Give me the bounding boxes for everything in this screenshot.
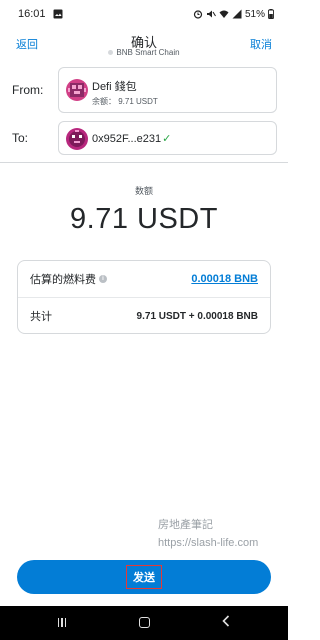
home-icon: [138, 617, 150, 628]
watermark-line1: 房地產筆記: [158, 519, 213, 531]
watermark: 房地產筆記 https://slash-life.com: [158, 516, 258, 552]
verified-check-icon: ✓: [162, 133, 172, 145]
gas-fee-label: 估算的燃料费: [30, 274, 96, 286]
back-chevron-icon: [222, 615, 230, 627]
cancel-button[interactable]: 取消: [250, 36, 272, 52]
system-nav-bar: [0, 606, 288, 640]
watermark-line2: https://slash-life.com: [158, 537, 259, 549]
alarm-icon: [193, 10, 203, 19]
from-account-name: Defi 錢包: [92, 81, 137, 93]
gallery-icon: [53, 9, 63, 19]
recent-apps-icon: [57, 618, 67, 627]
wifi-icon: [219, 10, 229, 18]
network-indicator: BNB Smart Chain: [0, 48, 288, 57]
info-icon[interactable]: i: [99, 275, 107, 283]
send-button[interactable]: 发送: [17, 560, 271, 594]
header: 返回 确认 BNB Smart Chain 取消: [0, 28, 288, 62]
status-time: 16:01: [18, 8, 46, 20]
battery-percent: 51%: [244, 8, 265, 20]
recent-apps-button[interactable]: [47, 614, 77, 632]
to-avatar: [66, 128, 88, 150]
from-account-balance: 余额： 9.71 USDT: [92, 97, 158, 106]
signal-icon: [232, 9, 242, 19]
to-label: To:: [12, 131, 29, 145]
network-dot-icon: [108, 50, 114, 55]
home-button[interactable]: [129, 614, 159, 632]
amount-label: 数额: [134, 186, 153, 196]
to-address-field[interactable]: 0x952F...e231✓: [58, 121, 277, 155]
section-divider: [0, 162, 288, 163]
total-row: 共计 9.71 USDT + 0.00018 BNB: [18, 298, 270, 334]
gas-fee-link[interactable]: 0.00018 BNB: [191, 273, 258, 285]
to-address: 0x952F...e231✓: [92, 132, 171, 145]
gas-fee-row: 估算的燃料费 i 0.00018 BNB: [18, 261, 270, 297]
status-bar: 16:01 51%: [0, 0, 288, 28]
fee-summary-card: 估算的燃料费 i 0.00018 BNB 共计 9.71 USDT + 0.00…: [17, 260, 271, 334]
network-name: BNB Smart Chain: [116, 48, 180, 57]
to-address-text: 0x952F...e231: [92, 133, 162, 145]
mute-icon: [206, 10, 216, 18]
total-value: 9.71 USDT + 0.00018 BNB: [136, 310, 258, 322]
from-label: From:: [12, 83, 44, 97]
total-label: 共计: [30, 311, 52, 323]
from-account-selector[interactable]: Defi 錢包 余额： 9.71 USDT: [58, 67, 277, 113]
from-avatar: [66, 79, 88, 101]
amount-value: 9.71 USDT: [70, 203, 218, 235]
battery-icon: [268, 9, 274, 19]
send-button-label: 发送: [126, 565, 162, 589]
system-back-button[interactable]: [211, 614, 241, 632]
gas-fee-label-group: 估算的燃料费 i: [30, 271, 107, 287]
